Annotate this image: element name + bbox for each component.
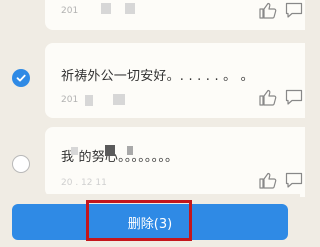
comment-icon[interactable] xyxy=(285,2,303,19)
post-date: 201 xyxy=(61,6,79,16)
post-select-checkbox-unchecked[interactable] xyxy=(12,155,30,173)
post-title: 祈祷外公一切安好。. . . . . 。 。 xyxy=(61,69,254,84)
redaction-block xyxy=(71,147,78,155)
comment-icon[interactable] xyxy=(285,89,303,106)
check-icon xyxy=(16,74,26,82)
redaction-block xyxy=(101,3,111,14)
thumbs-up-icon[interactable] xyxy=(259,89,277,106)
post-card[interactable]: 我 的努心。。。。。。。。 20 . 12 11 xyxy=(45,127,305,197)
redaction-block xyxy=(105,145,115,156)
redaction-block xyxy=(85,95,93,106)
annotation-highlight-box xyxy=(86,200,192,241)
post-title: 我 的努心。。。。。。。。 xyxy=(61,150,179,165)
post-select-checkbox-checked[interactable] xyxy=(12,69,30,87)
thumbs-up-icon[interactable] xyxy=(259,172,277,189)
post-date: 20 . 12 11 xyxy=(61,178,107,188)
comment-icon[interactable] xyxy=(285,172,303,189)
redaction-block xyxy=(125,3,135,14)
post-date: 201 xyxy=(61,95,79,105)
post-card[interactable]: 祈祷外公一切安好。. . . . . 。 。 201 xyxy=(45,43,305,118)
redaction-block xyxy=(113,94,125,105)
post-card[interactable]: 201 xyxy=(45,0,305,30)
redaction-block xyxy=(127,146,133,155)
thumbs-up-icon[interactable] xyxy=(259,2,277,19)
